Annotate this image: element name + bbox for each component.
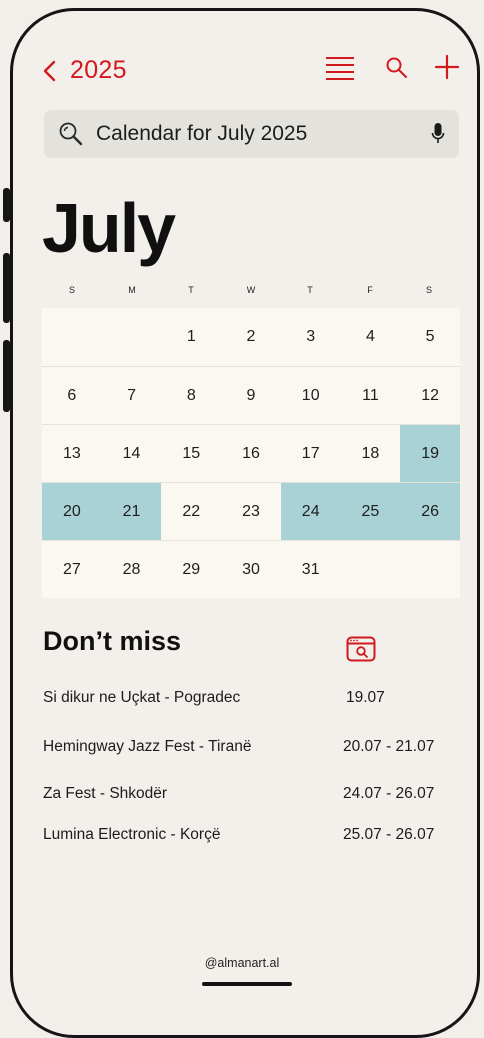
- weekday-label: W: [246, 285, 256, 295]
- empty-day-cell: [42, 308, 102, 366]
- day-cell[interactable]: 22: [161, 482, 222, 540]
- day-cell[interactable]: 4: [341, 308, 401, 366]
- day-cell[interactable]: 24: [280, 482, 341, 540]
- weekday-label: T: [188, 285, 194, 295]
- weekday-header-row: SMTWTFS: [44, 285, 459, 299]
- browse-events-button[interactable]: [346, 636, 376, 662]
- magnifier-icon: [59, 122, 83, 146]
- event-date: 24.07 - 26.07: [343, 785, 435, 802]
- day-cell[interactable]: 29: [161, 540, 222, 598]
- day-cell[interactable]: 18: [340, 424, 401, 482]
- weekday-label: S: [68, 285, 75, 295]
- day-cell[interactable]: 16: [221, 424, 281, 482]
- chevron-left-icon: [43, 60, 56, 81]
- day-cell[interactable]: 30: [221, 540, 281, 598]
- empty-day-cell: [400, 540, 460, 598]
- list-icon: [326, 57, 354, 80]
- weekday-label: M: [128, 285, 136, 295]
- day-cell[interactable]: 23: [221, 482, 281, 540]
- mute-switch: [3, 188, 10, 222]
- calendar-grid: 1 2 3 4 5 6 7 8 9 10 11 12 13 14 15 16 17 18 19 20 21 22 23 24 2…: [42, 308, 460, 598]
- footer-handle: @almanart.al: [204, 956, 280, 970]
- empty-day-cell: [102, 308, 162, 366]
- event-date: 19.07: [346, 689, 385, 706]
- day-cell[interactable]: 8: [161, 366, 222, 424]
- day-cell[interactable]: 27: [42, 540, 102, 598]
- day-cell[interactable]: 15: [161, 424, 222, 482]
- day-cell[interactable]: 7: [101, 366, 162, 424]
- home-indicator[interactable]: [202, 982, 292, 986]
- event-name[interactable]: Si dikur ne Uçkat - Pogradec: [43, 689, 240, 707]
- back-label: 2025: [70, 56, 127, 84]
- event-name[interactable]: Hemingway Jazz Fest - Tiranë: [43, 738, 251, 756]
- day-cell[interactable]: 6: [42, 366, 102, 424]
- day-cell[interactable]: 1: [161, 308, 221, 366]
- event-name[interactable]: Za Fest - Shkodër: [43, 785, 167, 803]
- day-cell[interactable]: 12: [400, 366, 460, 424]
- day-cell[interactable]: 25: [340, 482, 401, 540]
- day-cell[interactable]: 13: [42, 424, 102, 482]
- day-cell[interactable]: 2: [221, 308, 281, 366]
- day-cell[interactable]: 5: [400, 308, 460, 366]
- plus-icon: [434, 54, 460, 80]
- weekday-label: S: [425, 285, 432, 295]
- volume-down-button: [3, 340, 10, 412]
- search-icon: [386, 57, 407, 78]
- list-view-button[interactable]: [324, 55, 356, 83]
- empty-day-cell: [340, 540, 401, 598]
- day-cell[interactable]: 11: [340, 366, 401, 424]
- event-date: 20.07 - 21.07: [343, 738, 435, 755]
- day-cell[interactable]: 3: [281, 308, 341, 366]
- day-cell[interactable]: 14: [101, 424, 162, 482]
- microphone-icon[interactable]: [431, 122, 445, 146]
- day-cell[interactable]: 26: [400, 482, 460, 540]
- day-cell[interactable]: 17: [280, 424, 341, 482]
- add-event-button[interactable]: [434, 54, 460, 80]
- volume-up-button: [3, 253, 10, 323]
- day-cell[interactable]: 9: [221, 366, 281, 424]
- day-cell[interactable]: 21: [101, 482, 162, 540]
- weekday-label: T: [307, 285, 313, 295]
- event-date: 25.07 - 26.07: [343, 826, 435, 843]
- dont-miss-title: Don’t miss: [43, 626, 182, 656]
- back-button[interactable]: 2025: [42, 56, 127, 85]
- search-button[interactable]: [385, 56, 409, 80]
- day-cell[interactable]: 19: [400, 424, 460, 482]
- day-cell[interactable]: 31: [280, 540, 341, 598]
- month-title: July: [42, 189, 176, 267]
- day-cell[interactable]: 10: [280, 366, 341, 424]
- search-text: Calendar for July 2025: [96, 122, 308, 145]
- search-field[interactable]: Calendar for July 2025: [44, 110, 459, 158]
- browser-search-icon: [346, 636, 376, 662]
- weekday-label: F: [367, 285, 373, 295]
- day-cell[interactable]: 20: [42, 482, 102, 540]
- day-cell[interactable]: 28: [101, 540, 162, 598]
- event-name[interactable]: Lumina Electronic - Korçë: [43, 826, 220, 844]
